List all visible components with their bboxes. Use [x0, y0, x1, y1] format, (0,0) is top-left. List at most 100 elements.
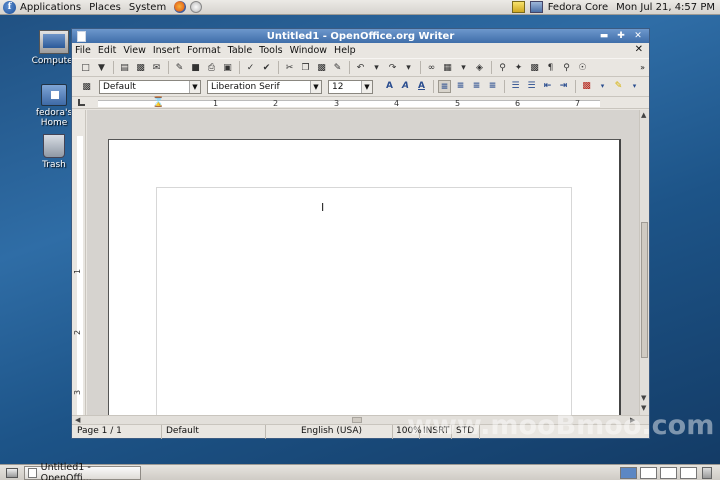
menu-help[interactable]: Help — [334, 45, 356, 56]
font-name-select[interactable]: Liberation Serif ▼ — [207, 79, 322, 94]
help-icon[interactable]: ☉ — [576, 61, 589, 74]
chevron-down-icon[interactable]: ▼ — [310, 80, 321, 93]
font-color-dropdown-icon[interactable]: ▾ — [596, 80, 609, 93]
zoom-icon[interactable]: ⚲ — [560, 61, 573, 74]
clock[interactable]: Mon Jul 21, 4:57 PM — [616, 2, 715, 13]
highlighting-icon[interactable]: ✎ — [612, 80, 625, 93]
workspace-4[interactable] — [680, 466, 697, 479]
paste-icon[interactable]: ▩ — [315, 61, 328, 74]
page-style[interactable]: Default — [162, 424, 266, 439]
page-preview-icon[interactable]: ▣ — [221, 61, 234, 74]
firefox-launcher-icon[interactable] — [174, 1, 187, 13]
menu-view[interactable]: View — [123, 45, 146, 56]
close-document-icon[interactable]: ✕ — [635, 44, 643, 55]
menu-table[interactable]: Table — [228, 45, 253, 56]
close-window-button[interactable]: ✕ — [631, 31, 645, 41]
increase-indent-icon[interactable]: ⇥ — [557, 80, 570, 93]
window-titlebar[interactable]: Untitled1 - OpenOffice.org Writer ▬ ✚ ✕ — [72, 29, 649, 43]
bullets-icon[interactable]: ☰ — [525, 80, 538, 93]
mail-launcher-icon[interactable] — [190, 1, 203, 13]
language[interactable]: English (USA) — [266, 424, 393, 439]
table-icon[interactable]: ▦ — [441, 61, 454, 74]
decrease-indent-icon[interactable]: ⇤ — [541, 80, 554, 93]
show-draw-functions-icon[interactable]: ◈ — [473, 61, 486, 74]
highlighting-dropdown-icon[interactable]: ▾ — [628, 80, 641, 93]
horizontal-scrollbar[interactable]: ◀ ▶ — [72, 415, 649, 424]
fedora-logo-icon[interactable]: f — [3, 0, 16, 14]
minimize-button[interactable]: ▬ — [597, 31, 611, 41]
clone-formatting-icon[interactable]: ✎ — [331, 61, 344, 74]
email-icon[interactable]: ✉ — [150, 61, 163, 74]
underline-icon[interactable]: A — [415, 80, 428, 93]
vertical-scrollbar[interactable]: ▲ ▼ ▼ — [639, 110, 649, 415]
vertical-ruler[interactable]: 1 2 3 — [72, 110, 86, 415]
menu-window[interactable]: Window — [290, 45, 327, 56]
align-center-icon[interactable]: ≡ — [454, 80, 467, 93]
scrollbar-thumb[interactable] — [352, 417, 362, 423]
zoom-level[interactable]: 100% — [393, 424, 422, 439]
horizontal-ruler[interactable]: ⌛ 1 2 3 4 5 6 7 — [72, 97, 649, 109]
selection-mode[interactable]: STD — [452, 424, 480, 439]
scroll-down-icon[interactable]: ▼ — [641, 404, 646, 412]
show-desktop-icon[interactable] — [6, 467, 18, 478]
paragraph-style-select[interactable]: Default ▼ — [99, 79, 201, 94]
open-folder-icon[interactable]: ▤ — [118, 61, 131, 74]
scroll-down-icon[interactable]: ▼ — [641, 394, 646, 402]
insert-mode[interactable]: INSRT — [420, 424, 452, 439]
align-right-icon[interactable]: ≡ — [470, 80, 483, 93]
chevron-down-icon[interactable]: ▼ — [361, 80, 372, 93]
export-pdf-icon[interactable]: ■ — [189, 61, 202, 74]
align-left-icon[interactable]: ≡ — [438, 80, 451, 93]
menu-format[interactable]: Format — [187, 45, 220, 56]
chevron-down-icon[interactable]: ▼ — [189, 80, 200, 93]
scroll-up-icon[interactable]: ▲ — [641, 111, 646, 119]
applications-menu[interactable]: Applications — [20, 2, 81, 13]
justify-icon[interactable]: ≡ — [486, 80, 499, 93]
new-document-icon[interactable]: □ — [79, 61, 92, 74]
numbering-icon[interactable]: ☰ — [509, 80, 522, 93]
styles-formatting-icon[interactable]: ▩ — [80, 80, 93, 93]
menu-edit[interactable]: Edit — [98, 45, 116, 56]
font-color-icon[interactable]: ▩ — [580, 80, 593, 93]
open-icon[interactable]: ▼ — [95, 61, 108, 74]
network-tray-icon[interactable] — [529, 1, 543, 13]
scroll-right-icon[interactable]: ▶ — [630, 416, 635, 424]
maximize-button[interactable]: ✚ — [614, 31, 628, 41]
print-icon[interactable]: ⎙ — [205, 61, 218, 74]
font-size-select[interactable]: 12 ▼ — [328, 79, 373, 94]
edit-file-icon[interactable]: ✎ — [173, 61, 186, 74]
copy-icon[interactable]: ❐ — [299, 61, 312, 74]
spellcheck-icon[interactable]: ✓ — [244, 61, 257, 74]
italic-icon[interactable]: A — [399, 80, 412, 93]
places-menu[interactable]: Places — [89, 2, 121, 13]
scrollbar-thumb[interactable] — [641, 222, 648, 358]
menu-tools[interactable]: Tools — [259, 45, 282, 56]
table-dropdown-icon[interactable]: ▾ — [457, 61, 470, 74]
workspace-1[interactable] — [620, 466, 637, 479]
page-count[interactable]: Page 1 / 1 — [72, 424, 162, 439]
indent-marker-icon[interactable]: ⌛ — [152, 97, 164, 108]
hyperlink-icon[interactable]: ∞ — [425, 61, 438, 74]
cut-icon[interactable]: ✂ — [283, 61, 296, 74]
document-page[interactable]: I — [108, 139, 621, 415]
gallery-icon[interactable]: ▩ — [528, 61, 541, 74]
notes-tray-icon[interactable] — [511, 1, 525, 13]
trash-applet-icon[interactable] — [702, 466, 712, 479]
scroll-left-icon[interactable]: ◀ — [75, 416, 80, 424]
redo-icon[interactable]: ↷ — [386, 61, 399, 74]
workspace-2[interactable] — [640, 466, 657, 479]
undo-icon[interactable]: ↶ — [354, 61, 367, 74]
menu-insert[interactable]: Insert — [153, 45, 180, 56]
tab-stop-icon[interactable] — [78, 99, 85, 106]
find-replace-icon[interactable]: ⚲ — [496, 61, 509, 74]
nonprinting-characters-icon[interactable]: ¶ — [544, 61, 557, 74]
save-icon[interactable]: ▩ — [134, 61, 147, 74]
undo-dropdown-icon[interactable]: ▾ — [370, 61, 383, 74]
workspace-3[interactable] — [660, 466, 677, 479]
text-body-area[interactable]: I — [156, 187, 572, 415]
autospellcheck-icon[interactable]: ✔ — [260, 61, 273, 74]
menu-file[interactable]: File — [75, 45, 91, 56]
redo-dropdown-icon[interactable]: ▾ — [402, 61, 415, 74]
bold-icon[interactable]: A — [383, 80, 396, 93]
document-canvas[interactable]: I — [87, 110, 639, 415]
